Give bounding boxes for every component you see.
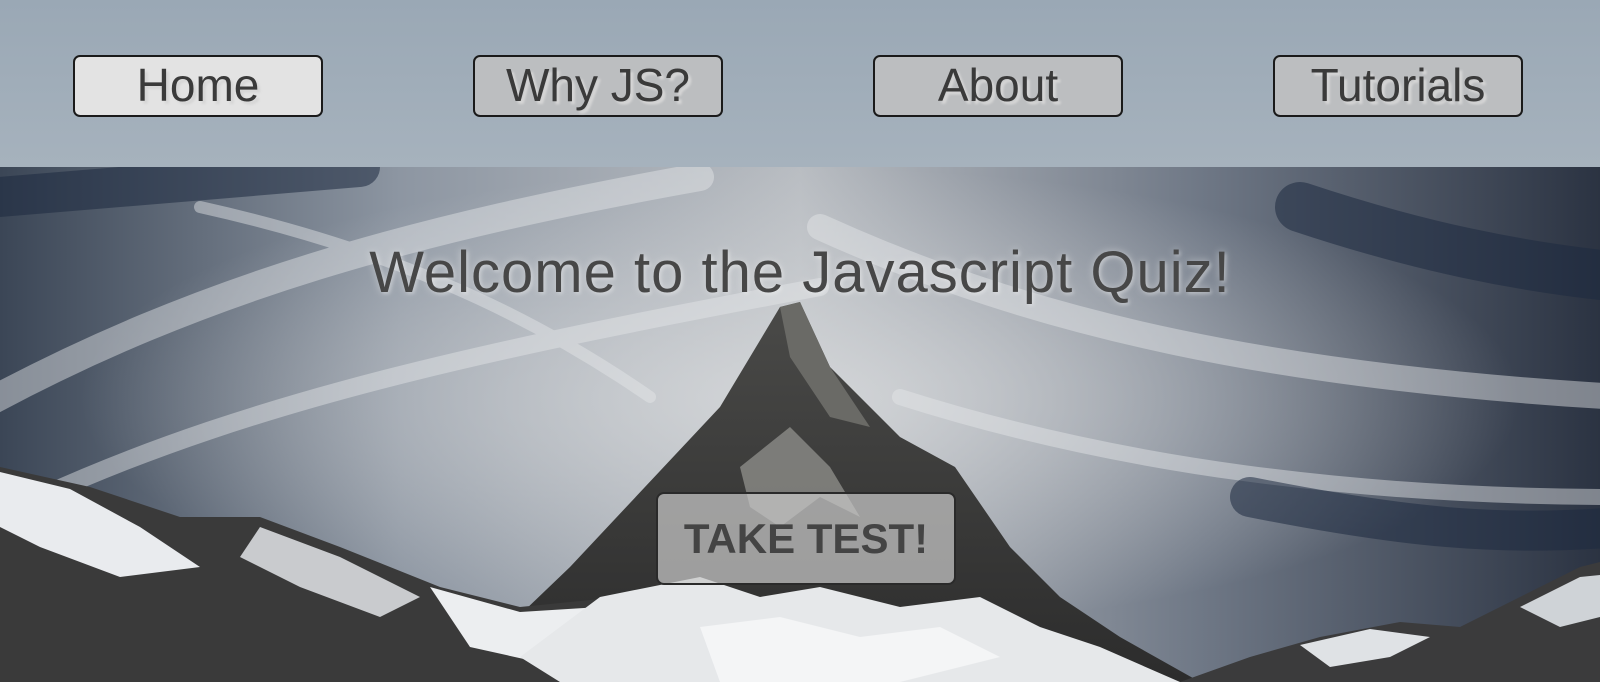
take-test-button[interactable]: TAKE TEST! [656, 492, 956, 585]
nav-about-button[interactable]: About [873, 55, 1123, 117]
hero-title: Welcome to the Javascript Quiz! [369, 240, 1231, 305]
hero-section: Welcome to the Javascript Quiz! TAKE TES… [0, 167, 1600, 682]
nav-why-js-button[interactable]: Why JS? [473, 55, 723, 117]
nav-home-button[interactable]: Home [73, 55, 323, 117]
nav-tutorials-button[interactable]: Tutorials [1273, 55, 1523, 117]
top-navigation-bar: Home Why JS? About Tutorials [0, 0, 1600, 167]
